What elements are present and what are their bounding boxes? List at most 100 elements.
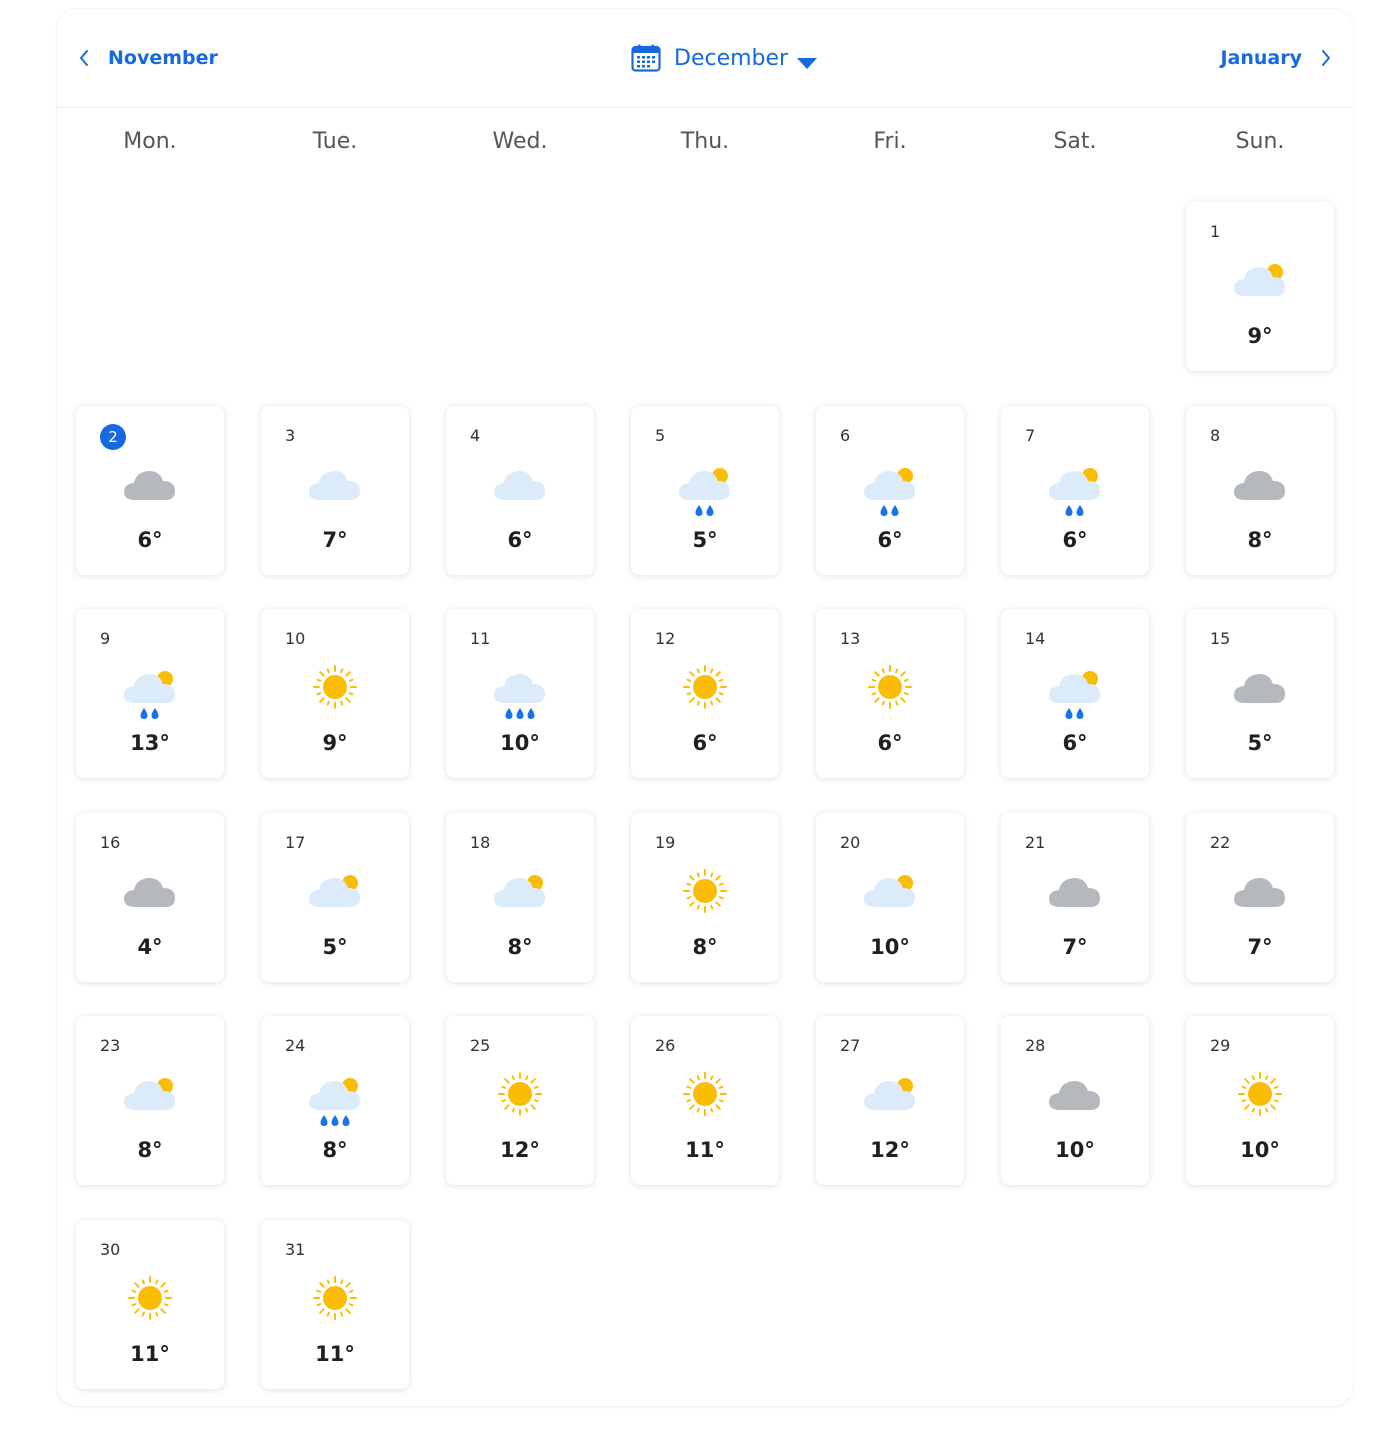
partly-cloudy-icon (860, 1064, 920, 1124)
chevron-left-icon (77, 48, 91, 68)
temperature: 8° (322, 1138, 348, 1162)
temperature: 10° (870, 935, 910, 959)
day-number: 9 (100, 629, 111, 648)
day-number: 8 (1210, 426, 1221, 445)
sunny-icon (490, 1064, 550, 1124)
day-cell[interactable]: 8 8° (1186, 406, 1334, 575)
weekday-header-sun: Sun. (1235, 129, 1285, 154)
heavy-rain-icon (490, 657, 550, 719)
temperature: 7° (1062, 935, 1088, 959)
day-cell[interactable]: 14 6° (1001, 609, 1149, 778)
day-cell[interactable]: 19 8° (631, 813, 779, 982)
temperature: 6° (507, 528, 533, 552)
temperature: 7° (1247, 935, 1273, 959)
day-cell[interactable]: 9 13° (76, 609, 224, 778)
temperature: 8° (692, 935, 718, 959)
today-badge: 2 (100, 424, 126, 450)
day-cell[interactable]: 5 5° (631, 406, 779, 575)
day-number: 6 (840, 426, 851, 445)
temperature: 5° (692, 528, 718, 552)
day-cell[interactable]: 6 6° (816, 406, 964, 575)
temperature: 10° (1240, 1138, 1280, 1162)
day-number: 26 (655, 1036, 676, 1055)
day-cell[interactable]: 4 6° (446, 406, 594, 575)
day-cell[interactable]: 20 10° (816, 813, 964, 982)
previous-month-button[interactable]: November (77, 43, 218, 73)
temperature: 6° (137, 528, 163, 552)
temperature: 6° (1062, 731, 1088, 755)
day-number: 14 (1025, 629, 1046, 648)
weekday-header-thu: Thu. (680, 129, 730, 154)
day-number: 18 (470, 833, 491, 852)
sunny-icon (675, 657, 735, 717)
day-cell[interactable]: 7 6° (1001, 406, 1149, 575)
rain-sun-icon (860, 454, 920, 516)
temperature: 6° (877, 731, 903, 755)
day-cell[interactable]: 1 9° (1186, 202, 1334, 371)
temperature: 8° (137, 1138, 163, 1162)
temperature: 6° (692, 731, 718, 755)
day-cell[interactable]: 24 8° (261, 1016, 409, 1185)
day-cell[interactable]: 31 11° (261, 1220, 409, 1389)
day-cell[interactable]: 22 7° (1186, 813, 1334, 982)
day-cell[interactable]: 15 5° (1186, 609, 1334, 778)
chevron-right-icon (1319, 48, 1333, 68)
rain-sun-icon (120, 657, 180, 719)
sunny-icon (860, 657, 920, 717)
day-number: 21 (1025, 833, 1046, 852)
heavy-rain-sun-icon (305, 1064, 365, 1126)
day-number: 12 (655, 629, 676, 648)
rain-sun-icon (675, 454, 735, 516)
partly-cloudy-icon (1230, 250, 1290, 310)
day-cell[interactable]: 25 12° (446, 1016, 594, 1185)
day-cell[interactable]: 11 10° (446, 609, 594, 778)
day-number: 24 (285, 1036, 306, 1055)
light-cloud-icon (490, 454, 550, 514)
day-cell[interactable]: 18 8° (446, 813, 594, 982)
day-cell[interactable]: 17 5° (261, 813, 409, 982)
temperature: 11° (130, 1342, 170, 1366)
day-cell[interactable]: 16 4° (76, 813, 224, 982)
next-month-label: January (1220, 47, 1302, 69)
cloudy-icon (120, 861, 180, 921)
day-cell[interactable]: 21 7° (1001, 813, 1149, 982)
temperature: 9° (322, 731, 348, 755)
temperature: 5° (1247, 731, 1273, 755)
next-month-button[interactable]: January (1220, 43, 1333, 73)
day-cell[interactable]: 28 10° (1001, 1016, 1149, 1185)
temperature: 11° (685, 1138, 725, 1162)
day-cell[interactable]: 12 6° (631, 609, 779, 778)
temperature: 10° (1055, 1138, 1095, 1162)
temperature: 12° (500, 1138, 540, 1162)
day-cell[interactable]: 29 10° (1186, 1016, 1334, 1185)
day-number: 19 (655, 833, 676, 852)
day-cell[interactable]: 3 7° (261, 406, 409, 575)
day-number: 13 (840, 629, 861, 648)
day-cell[interactable]: 10 9° (261, 609, 409, 778)
caret-down-icon (796, 51, 818, 69)
cloudy-icon (1045, 861, 1105, 921)
cloudy-icon (1230, 454, 1290, 514)
current-month-label: December (674, 45, 789, 71)
day-number: 23 (100, 1036, 121, 1055)
light-cloud-icon (305, 454, 365, 514)
day-cell[interactable]: 30 11° (76, 1220, 224, 1389)
temperature: 8° (507, 935, 533, 959)
day-number: 1 (1210, 222, 1221, 241)
day-cell[interactable]: 26 11° (631, 1016, 779, 1185)
day-cell[interactable]: 27 12° (816, 1016, 964, 1185)
day-number: 17 (285, 833, 306, 852)
rain-sun-icon (1045, 454, 1105, 516)
day-number: 7 (1025, 426, 1036, 445)
temperature: 7° (322, 528, 348, 552)
day-number: 4 (470, 426, 481, 445)
day-number: 16 (100, 833, 121, 852)
month-selector[interactable]: December (631, 41, 818, 75)
partly-cloudy-icon (120, 1064, 180, 1124)
day-number: 29 (1210, 1036, 1231, 1055)
sunny-icon (305, 657, 365, 717)
day-cell[interactable]: 23 8° (76, 1016, 224, 1185)
day-number: 25 (470, 1036, 491, 1055)
day-cell[interactable]: 2 6° (76, 406, 224, 575)
day-cell[interactable]: 13 6° (816, 609, 964, 778)
